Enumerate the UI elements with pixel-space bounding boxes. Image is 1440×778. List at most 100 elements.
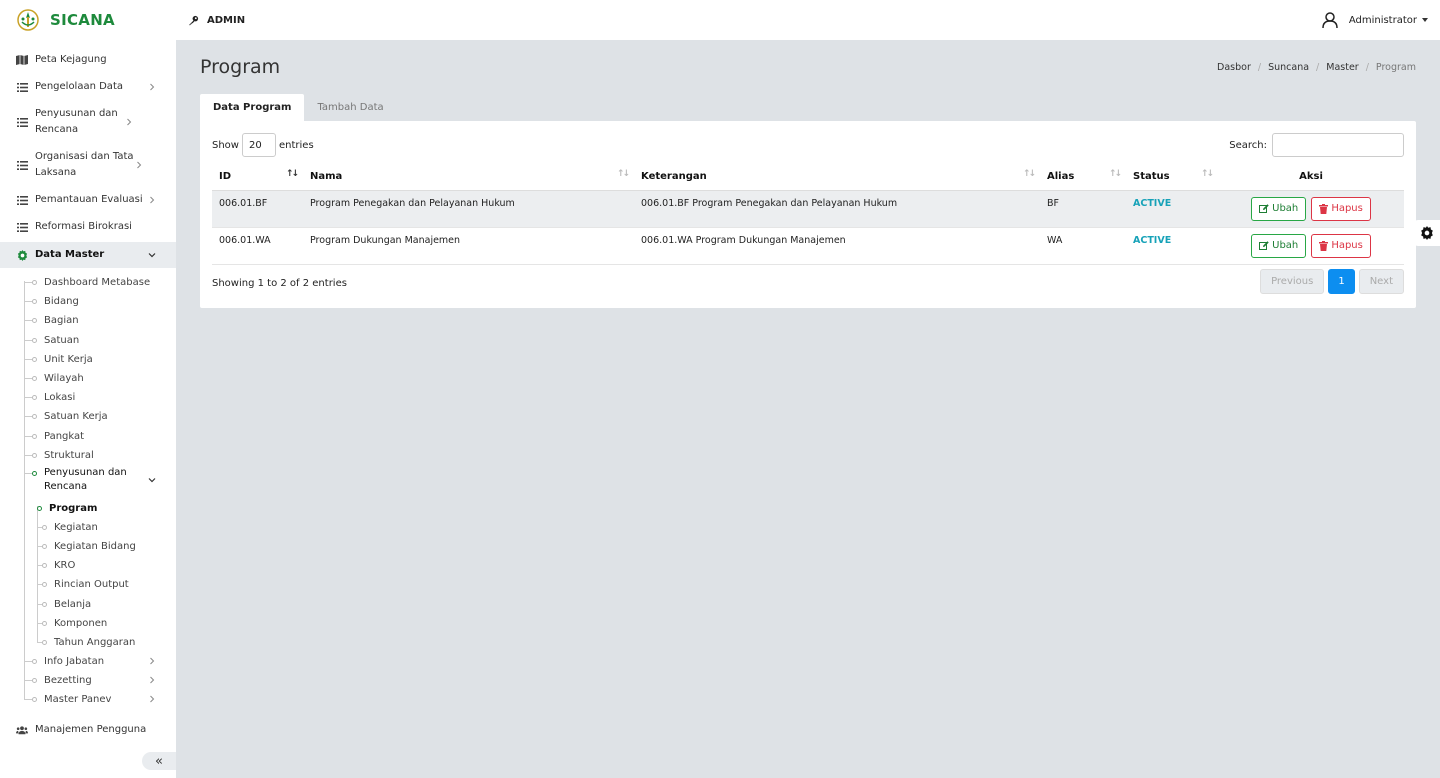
breadcrumb-master[interactable]: Master bbox=[1326, 62, 1358, 73]
bullet-icon bbox=[32, 452, 37, 458]
sidebar-item-kegiatan[interactable]: Kegiatan bbox=[37, 519, 98, 535]
gear-icon bbox=[1421, 226, 1433, 240]
sidebar-item-dashboard-metabase[interactable]: Dashboard Metabase bbox=[24, 274, 150, 290]
delete-button[interactable]: Hapus bbox=[1311, 233, 1371, 258]
sidebar-item-pengelolaan-data[interactable]: Pengelolaan Data bbox=[0, 79, 176, 95]
sidebar-item-manajemen-pengguna[interactable]: Manajemen Pengguna bbox=[0, 722, 176, 738]
sidebar-item-label: Data Master bbox=[35, 249, 105, 260]
table-row: 006.01.BF Program Penegakan dan Pelayana… bbox=[212, 190, 1404, 228]
previous-button[interactable]: Previous bbox=[1260, 269, 1325, 294]
sidebar-item-label: Bezetting bbox=[44, 674, 92, 686]
column-header-id[interactable]: ID ↑↓ bbox=[212, 163, 303, 191]
delete-button[interactable]: Hapus bbox=[1311, 196, 1371, 221]
bullet-icon bbox=[42, 524, 47, 530]
column-header-aksi: Aksi bbox=[1218, 163, 1404, 191]
cell-keterangan: 006.01.BF Program Penegakan dan Pelayana… bbox=[634, 190, 1040, 228]
sidebar-item-label: Satuan Kerja bbox=[44, 410, 108, 422]
edit-button[interactable]: Ubah bbox=[1251, 196, 1307, 221]
sidebar-item-label: Bagian bbox=[44, 314, 79, 326]
sidebar-item-label: Organisasi dan Tata Laksana bbox=[35, 151, 134, 178]
search-input[interactable] bbox=[1272, 133, 1404, 157]
sidebar-item-data-master[interactable]: Data Master bbox=[0, 242, 176, 268]
chevron-right-icon bbox=[150, 695, 155, 703]
sidebar-item-bezetting[interactable]: Bezetting bbox=[24, 672, 164, 688]
user-name: Administrator bbox=[1348, 14, 1417, 26]
sidebar-item-struktural[interactable]: Struktural bbox=[24, 447, 94, 463]
list-icon bbox=[16, 117, 28, 127]
settings-toggle-button[interactable] bbox=[1414, 220, 1440, 246]
top-navbar: SICANA ADMIN Administrator bbox=[0, 0, 1440, 40]
sidebar-item-label: Lokasi bbox=[44, 391, 76, 403]
sidebar-item-komponen[interactable]: Komponen bbox=[37, 615, 107, 631]
sidebar-item-label: Komponen bbox=[54, 617, 108, 629]
page-title: Program bbox=[200, 56, 281, 78]
edit-button[interactable]: Ubah bbox=[1251, 233, 1307, 258]
sidebar-item-label: Penyusunan dan Rencana bbox=[35, 108, 118, 135]
chevron-right-icon bbox=[150, 196, 155, 204]
sidebar-item-wilayah[interactable]: Wilayah bbox=[24, 370, 84, 386]
sidebar-item-belanja[interactable]: Belanja bbox=[37, 596, 91, 612]
sidebar-item-label: Peta Kejagung bbox=[35, 54, 107, 65]
bullet-icon bbox=[42, 639, 47, 645]
bullet-icon bbox=[32, 658, 37, 664]
sidebar-item-lokasi[interactable]: Lokasi bbox=[24, 389, 75, 405]
tab-data-program[interactable]: Data Program bbox=[200, 94, 305, 121]
sidebar-item-bagian[interactable]: Bagian bbox=[24, 312, 79, 328]
cell-id: 006.01.BF bbox=[212, 190, 303, 228]
sidebar-item-penyusunan-rencana[interactable]: Penyusunan dan Rencana bbox=[0, 106, 176, 138]
cell-status: ACTIVE bbox=[1126, 227, 1218, 265]
bullet-icon bbox=[32, 677, 37, 683]
sidebar-item-label: Reformasi Birokrasi bbox=[35, 221, 132, 232]
sidebar-item-label: Bidang bbox=[44, 295, 79, 307]
column-header-label: Keterangan bbox=[641, 170, 707, 182]
bullet-icon bbox=[32, 471, 37, 476]
cell-status: ACTIVE bbox=[1126, 190, 1218, 228]
sidebar-item-program[interactable]: Program bbox=[37, 500, 97, 516]
trash-icon bbox=[1319, 240, 1329, 251]
chevron-right-icon bbox=[150, 657, 155, 665]
sidebar-item-master-panev[interactable]: Master Panev bbox=[24, 691, 164, 707]
breadcrumb-dasbor[interactable]: Dasbor bbox=[1217, 62, 1251, 73]
sort-asc-icon: ↑↓ bbox=[285, 169, 299, 179]
sidebar-item-bidang[interactable]: Bidang bbox=[24, 293, 79, 309]
list-icon bbox=[16, 82, 28, 92]
sidebar-item-unit-kerja[interactable]: Unit Kerja bbox=[24, 351, 93, 367]
sidebar-item-peta-kejagung[interactable]: Peta Kejagung bbox=[0, 52, 176, 68]
breadcrumb-suncana[interactable]: Suncana bbox=[1268, 62, 1309, 73]
chevron-down-icon bbox=[148, 478, 156, 483]
chevron-right-icon bbox=[137, 161, 142, 169]
collapse-sidebar-button[interactable]: « bbox=[142, 752, 176, 770]
sidebar-item-kro[interactable]: KRO bbox=[37, 557, 75, 573]
cell-alias: BF bbox=[1040, 190, 1126, 228]
sidebar-item-rincian-output[interactable]: Rincian Output bbox=[37, 576, 129, 592]
sidebar-item-tahun-anggaran[interactable]: Tahun Anggaran bbox=[37, 634, 135, 650]
sidebar-item-satuan[interactable]: Satuan bbox=[24, 332, 79, 348]
column-header-nama[interactable]: Nama ↑↓ bbox=[303, 163, 634, 191]
brand[interactable]: SICANA bbox=[0, 0, 176, 40]
role-label: ADMIN bbox=[188, 15, 245, 26]
tabs: Data Program Tambah Data bbox=[200, 94, 397, 121]
sidebar-item-info-jabatan[interactable]: Info Jabatan bbox=[24, 653, 164, 669]
column-header-alias[interactable]: Alias ↑↓ bbox=[1040, 163, 1126, 191]
sidebar-item-label: Wilayah bbox=[44, 372, 84, 384]
sidebar-item-organisasi[interactable]: Organisasi dan Tata Laksana bbox=[0, 149, 176, 181]
column-header-status[interactable]: Status ↑↓ bbox=[1126, 163, 1218, 191]
next-button[interactable]: Next bbox=[1358, 269, 1404, 294]
tab-tambah-data[interactable]: Tambah Data bbox=[304, 94, 396, 121]
bullet-icon bbox=[32, 279, 37, 285]
bullet-icon bbox=[32, 298, 37, 304]
sidebar-item-pangkat[interactable]: Pangkat bbox=[24, 428, 84, 444]
sidebar-item-label: Struktural bbox=[44, 449, 94, 461]
page-1-button[interactable]: 1 bbox=[1328, 269, 1355, 294]
sidebar-item-pemantauan-evaluasi[interactable]: Pemantauan Evaluasi bbox=[0, 192, 176, 208]
page-length-input[interactable] bbox=[241, 133, 276, 157]
sidebar-item-penyusunan-dan-rencana-sub[interactable]: Penyusunan dan Rencana bbox=[24, 466, 164, 494]
column-header-keterangan[interactable]: Keterangan ↑↓ bbox=[634, 163, 1040, 191]
table-info: Showing 1 to 2 of 2 entries bbox=[212, 278, 347, 289]
sidebar-item-kegiatan-bidang[interactable]: Kegiatan Bidang bbox=[37, 538, 136, 554]
user-menu[interactable]: Administrator bbox=[1321, 0, 1428, 40]
sidebar-item-reformasi-birokrasi[interactable]: Reformasi Birokrasi bbox=[0, 219, 176, 235]
list-icon bbox=[16, 160, 28, 170]
sidebar-item-satuan-kerja[interactable]: Satuan Kerja bbox=[24, 408, 108, 424]
bullet-icon bbox=[37, 505, 42, 511]
